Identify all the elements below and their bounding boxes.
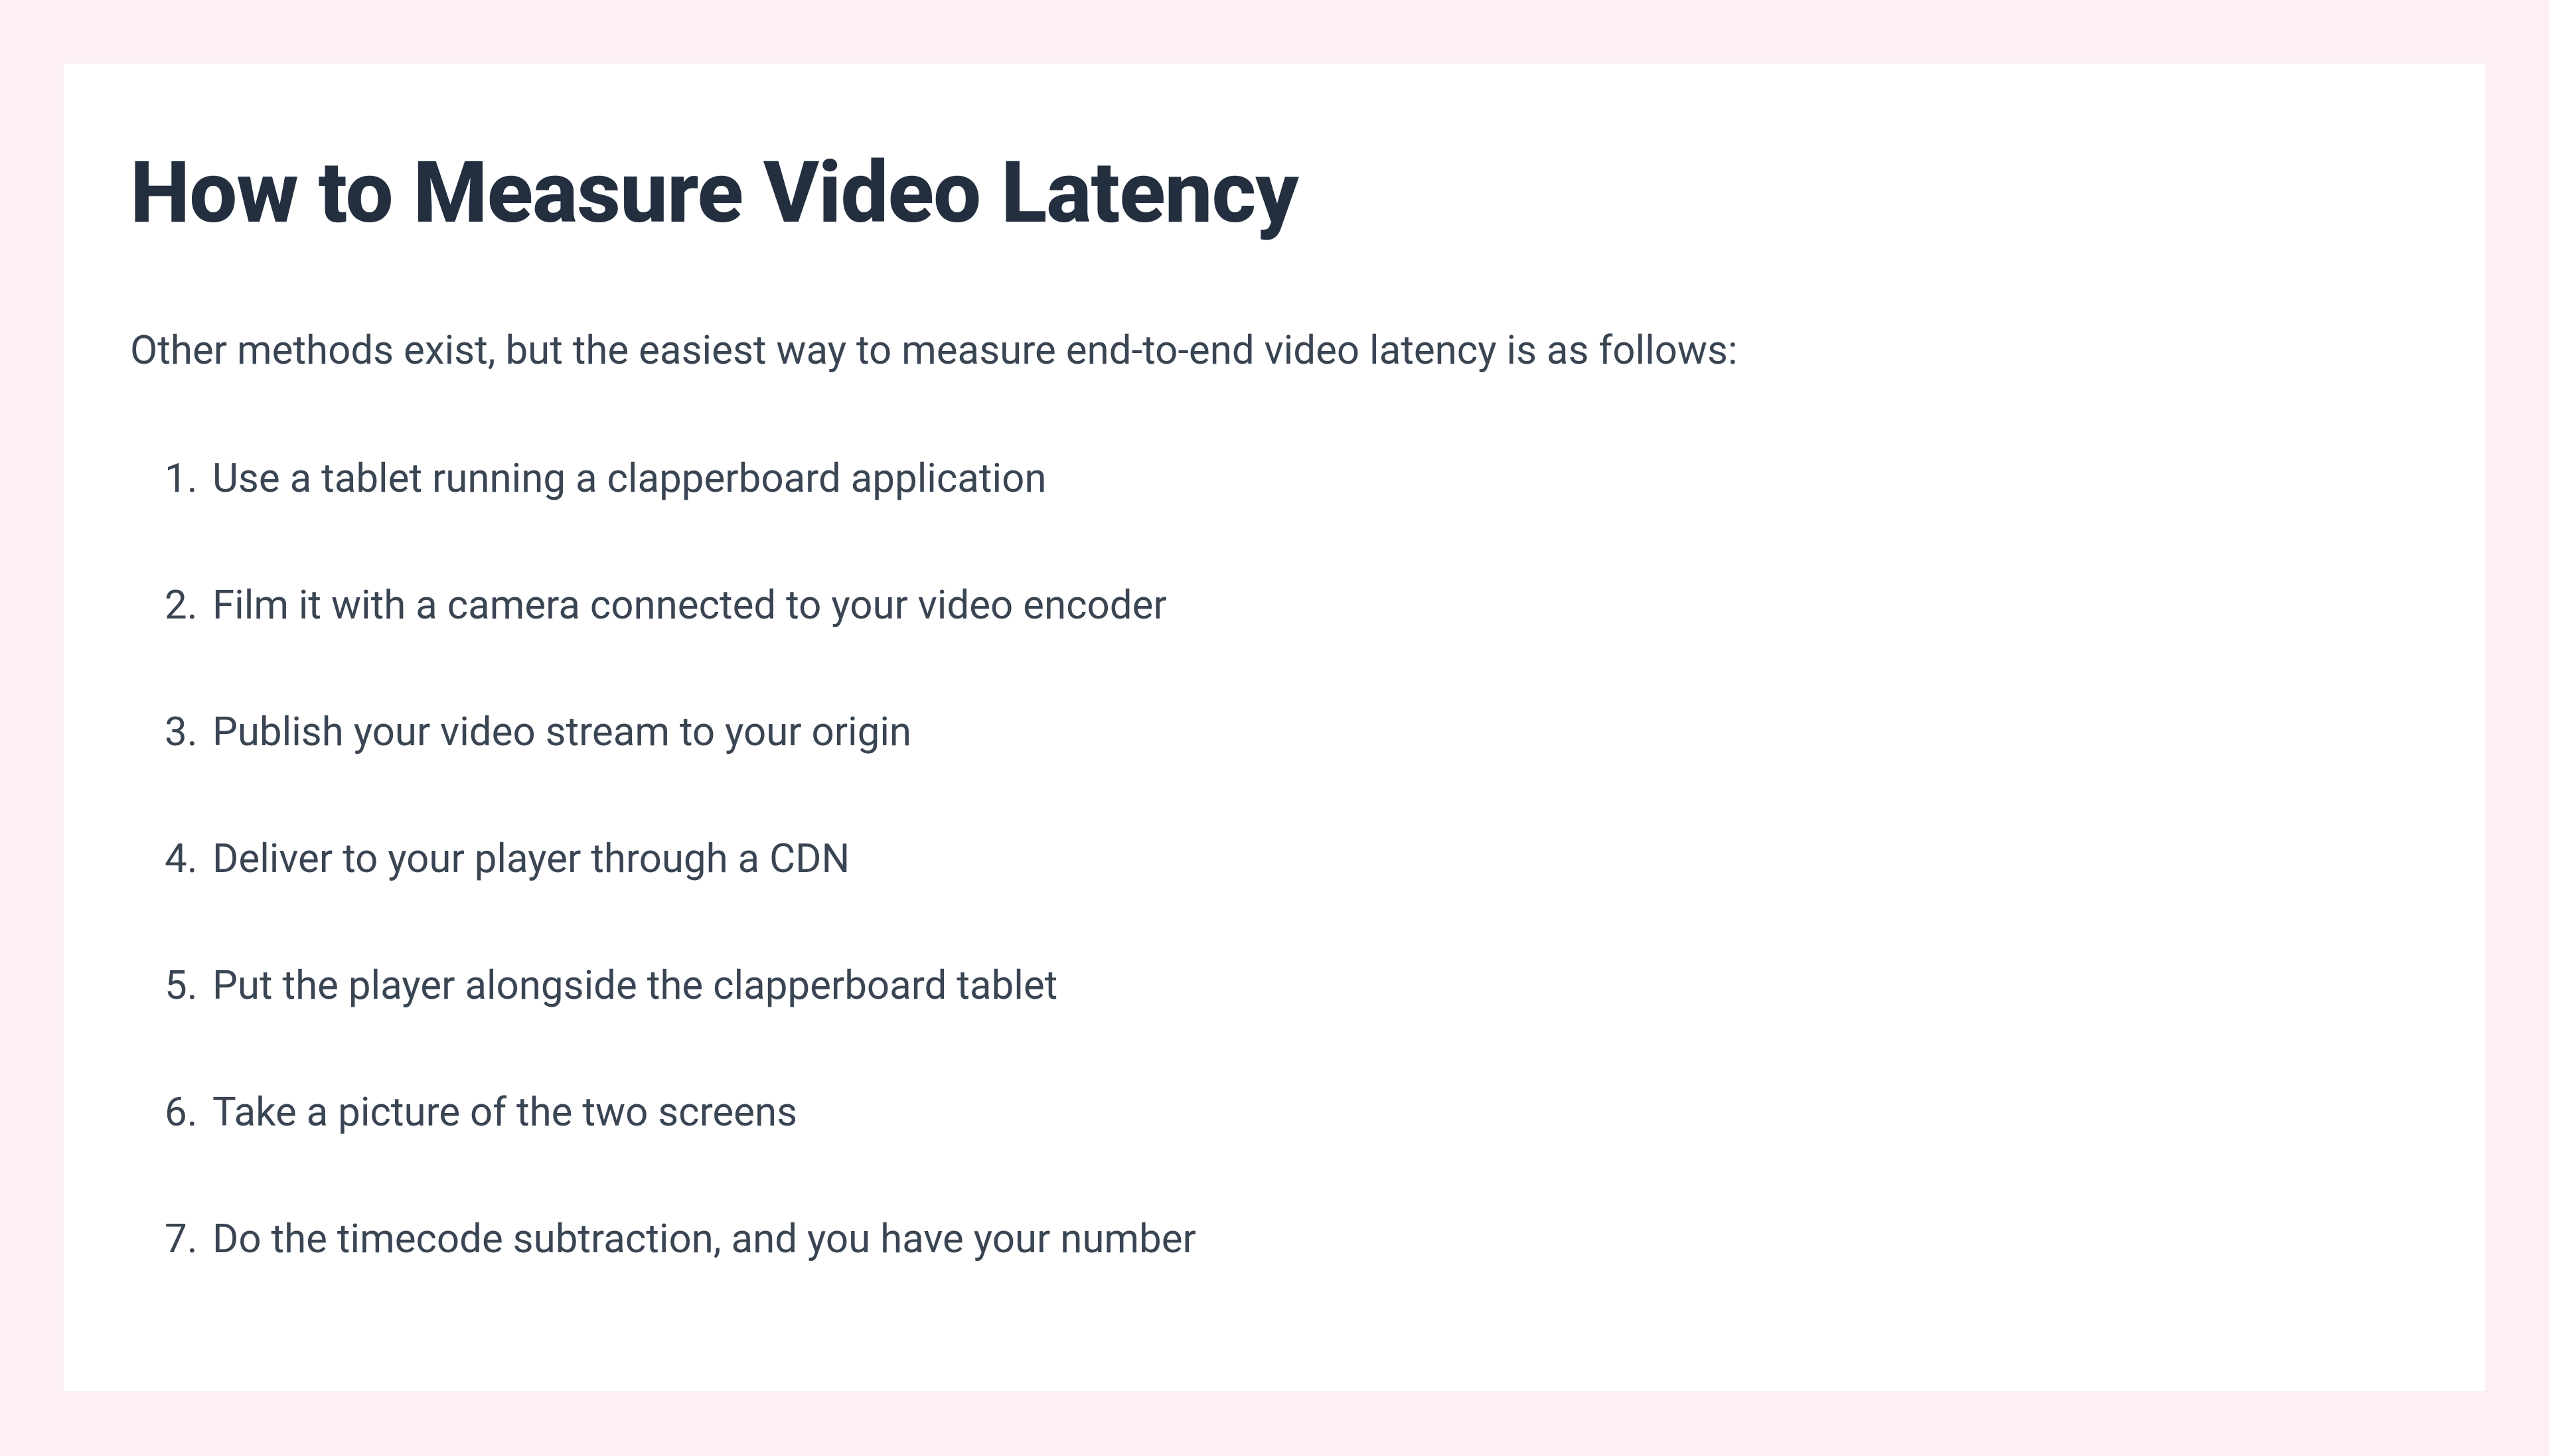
intro-paragraph: Other methods exist, but the easiest way… <box>130 323 2419 378</box>
list-item: Use a tablet running a clapperboard appl… <box>165 451 2419 505</box>
list-item: Film it with a camera connected to your … <box>165 578 2419 632</box>
steps-list: Use a tablet running a clapperboard appl… <box>130 451 2419 1266</box>
list-item: Deliver to your player through a CDN <box>165 832 2419 885</box>
list-item: Do the timecode subtraction, and you hav… <box>165 1212 2419 1266</box>
list-item: Publish your video stream to your origin <box>165 705 2419 759</box>
document-card: How to Measure Video Latency Other metho… <box>64 64 2485 1391</box>
list-item: Take a picture of the two screens <box>165 1085 2419 1139</box>
page-title: How to Measure Video Latency <box>130 143 2419 243</box>
list-item: Put the player alongside the clapperboar… <box>165 958 2419 1012</box>
